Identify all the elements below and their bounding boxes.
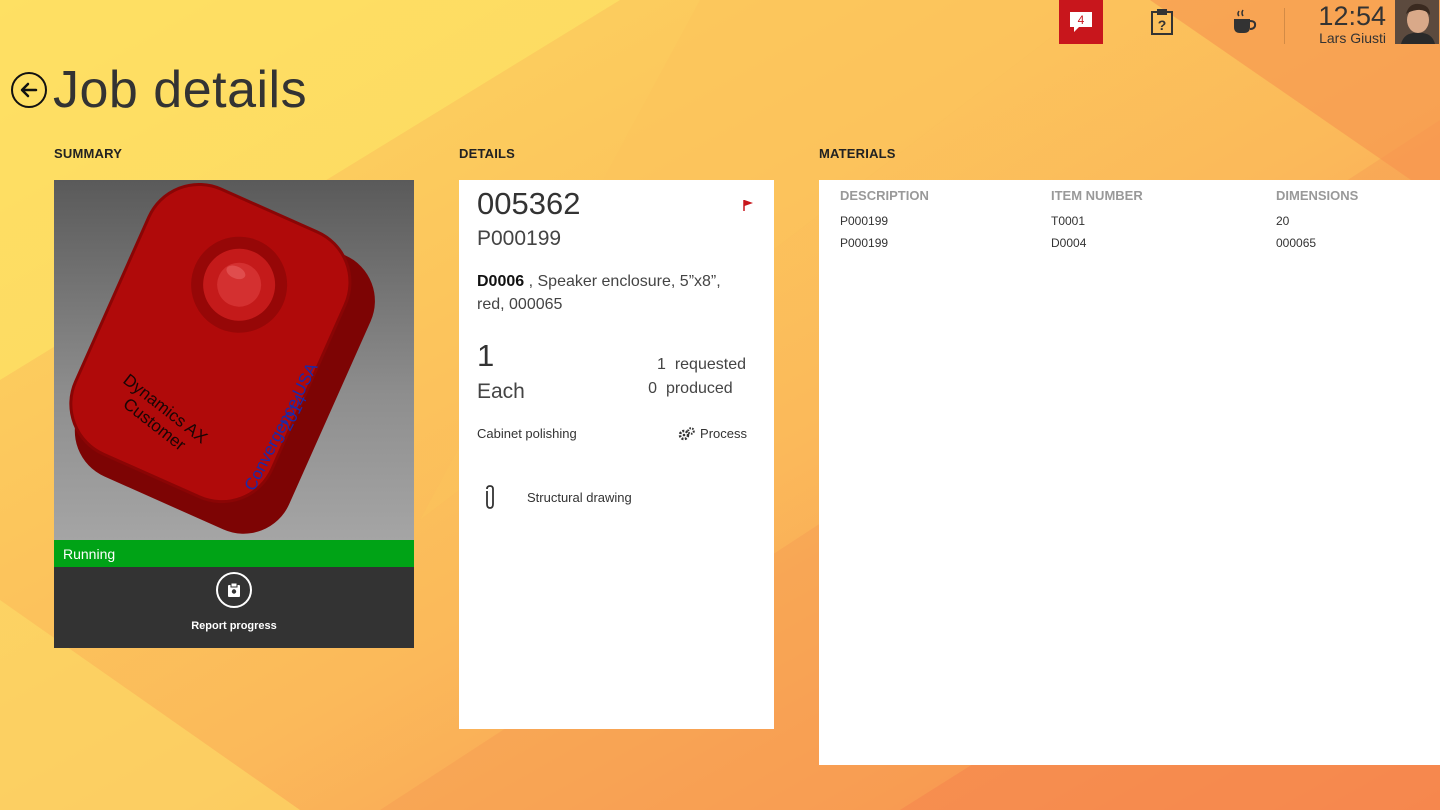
produced-count: 0: [648, 380, 658, 397]
user-photo: [1395, 0, 1439, 44]
produced-label: produced: [665, 380, 733, 397]
clipboard-question-icon: ?: [1151, 9, 1173, 35]
notification-count: 4: [1077, 13, 1085, 27]
cell-description: P000199: [840, 236, 889, 250]
attachment-label: Structural drawing: [527, 489, 632, 505]
report-progress-button[interactable]: [216, 572, 252, 608]
summary-heading: SUMMARY: [54, 146, 123, 161]
item-description: D0006 , Speaker enclosure, 5”x8”, red, 0…: [477, 270, 747, 316]
clipboard-icon: [228, 582, 240, 597]
cell-item-number: T0001: [1051, 214, 1086, 228]
topbar-separator: [1284, 8, 1285, 44]
attachment-item[interactable]: Structural drawing: [483, 484, 632, 510]
requested-count: 1: [657, 356, 666, 373]
cell-dimensions: 20: [1276, 214, 1290, 228]
cell-description: P000199: [840, 214, 889, 228]
details-heading: DETAILS: [459, 146, 516, 161]
job-id: 005362: [477, 186, 581, 221]
column-header-item-number[interactable]: ITEM NUMBER: [1051, 188, 1143, 203]
materials-table: DESCRIPTION ITEM NUMBER DIMENSIONS P0001…: [819, 180, 1440, 765]
requested-label: requested: [674, 356, 746, 373]
cell-dimensions: 000065: [1276, 236, 1317, 250]
user-name: Lars Giusti: [1319, 30, 1386, 46]
production-order: P000199: [477, 227, 562, 250]
tasks-button[interactable]: ?: [1148, 8, 1176, 36]
avatar[interactable]: [1395, 0, 1439, 44]
process-label: Process: [700, 426, 747, 441]
break-button[interactable]: [1230, 8, 1258, 36]
page-title: Job details: [53, 61, 308, 119]
report-progress-label[interactable]: Report progress: [54, 620, 414, 632]
clock: 12:54 Lars Giusti: [1318, 0, 1386, 46]
coffee-cup-icon: [1234, 9, 1257, 33]
quantity: 1: [477, 338, 495, 373]
column-header-description[interactable]: DESCRIPTION: [840, 188, 929, 203]
arrow-left-icon: [20, 82, 38, 98]
paperclip-icon: [486, 485, 494, 509]
product-image: Dynamics AX Customer Convergence USA 201…: [54, 180, 414, 540]
back-button[interactable]: [11, 72, 47, 108]
gears-icon: [678, 426, 695, 440]
status-bar: Running: [54, 540, 414, 567]
process-link[interactable]: Process: [678, 426, 747, 441]
materials-heading: MATERIALS: [819, 146, 896, 161]
column-header-dimensions[interactable]: DIMENSIONS: [1276, 188, 1358, 203]
flag-icon: [743, 200, 753, 211]
svg-text:?: ?: [1158, 17, 1167, 33]
details-card: 005362 P000199 D0006 , Speaker enclosure…: [459, 180, 774, 729]
operation-name: Cabinet polishing: [477, 426, 577, 441]
cell-item-number: D0004: [1051, 236, 1087, 250]
action-bar: Report progress: [54, 567, 414, 648]
item-code: D0006: [477, 273, 525, 290]
summary-panel: Dynamics AX Customer Convergence USA 201…: [54, 180, 414, 648]
clock-time: 12:54: [1318, 1, 1386, 31]
notifications-button[interactable]: 4: [1059, 0, 1103, 44]
quantity-summary: 1 requested 0 produced: [648, 353, 746, 401]
unit: Each: [477, 380, 525, 403]
flag-button[interactable]: [743, 198, 754, 216]
